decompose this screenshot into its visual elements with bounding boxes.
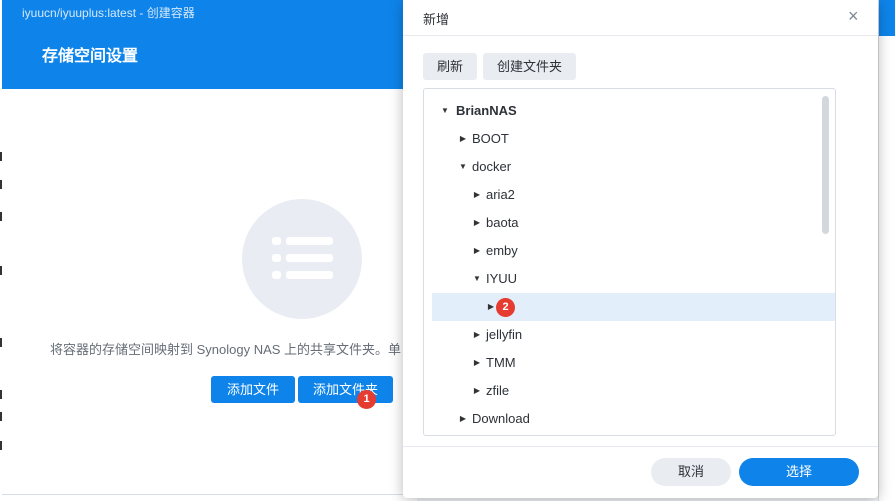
- refresh-button[interactable]: 刷新: [423, 53, 477, 80]
- storage-description: 将容器的存储空间映射到 Synology NAS 上的共享文件夹。单: [50, 342, 402, 357]
- caret-right-icon[interactable]: ▶: [458, 405, 468, 433]
- caret-right-icon[interactable]: ▶: [472, 349, 482, 377]
- page-title: 存储空间设置: [2, 28, 417, 89]
- caret-down-icon[interactable]: ▼: [440, 97, 450, 125]
- tree-node-baota[interactable]: ▶ baota: [424, 209, 835, 237]
- tree-node-tmm[interactable]: ▶ TMM: [424, 349, 835, 377]
- caret-right-icon[interactable]: ▶: [458, 125, 468, 153]
- window-title: iyuucn/iyuuplus:latest - 创建容器: [2, 0, 417, 28]
- tree-node-emby[interactable]: ▶ emby: [424, 237, 835, 265]
- caret-right-icon[interactable]: ▶: [472, 321, 482, 349]
- tree-node-zfile[interactable]: ▶ zfile: [424, 377, 835, 405]
- background-window-right-edge: [878, 0, 895, 501]
- create-folder-button[interactable]: 创建文件夹: [483, 53, 576, 80]
- tree-node-jellyfin[interactable]: ▶ jellyfin: [424, 321, 835, 349]
- tree-scrollbar[interactable]: [822, 96, 829, 234]
- step-badge-1: 1: [357, 390, 376, 409]
- tree-node-iyuu[interactable]: ▼ IYUU: [424, 265, 835, 293]
- caret-right-icon[interactable]: ▶: [472, 181, 482, 209]
- tree-node-docker[interactable]: ▼ docker: [424, 153, 835, 181]
- tree-node-boot[interactable]: ▶ BOOT: [424, 125, 835, 153]
- tree-node-db[interactable]: ▶ db: [432, 293, 835, 321]
- tree-node-briannas[interactable]: ▼ BrianNAS: [424, 97, 835, 125]
- caret-down-icon[interactable]: ▼: [472, 265, 482, 293]
- step-badge-2: 2: [496, 298, 515, 317]
- folder-tree: ▼ BrianNAS ▶ BOOT ▼ docker ▶ aria2 ▶ bao…: [423, 88, 836, 436]
- caret-down-icon[interactable]: ▼: [458, 153, 468, 181]
- add-folder-dialog: 新增 × 刷新 创建文件夹 ▼ BrianNAS ▶ BOOT ▼ docker…: [403, 0, 878, 498]
- add-file-button[interactable]: 添加文件: [211, 376, 295, 403]
- tree-node-aria2[interactable]: ▶ aria2: [424, 181, 835, 209]
- cancel-button[interactable]: 取消: [651, 458, 731, 486]
- caret-right-icon[interactable]: ▶: [486, 293, 496, 321]
- tree-node-download[interactable]: ▶ Download: [424, 405, 835, 433]
- add-folder-button[interactable]: 添加文件夹: [298, 376, 393, 403]
- caret-right-icon[interactable]: ▶: [472, 209, 482, 237]
- dialog-title: 新增: [423, 12, 450, 27]
- empty-list-icon: [242, 199, 362, 319]
- create-container-window: iyuucn/iyuuplus:latest - 创建容器 存储空间设置 将容器…: [2, 0, 417, 501]
- close-icon[interactable]: ×: [848, 6, 859, 27]
- caret-right-icon[interactable]: ▶: [472, 237, 482, 265]
- select-button[interactable]: 选择: [739, 458, 859, 486]
- caret-right-icon[interactable]: ▶: [472, 377, 482, 405]
